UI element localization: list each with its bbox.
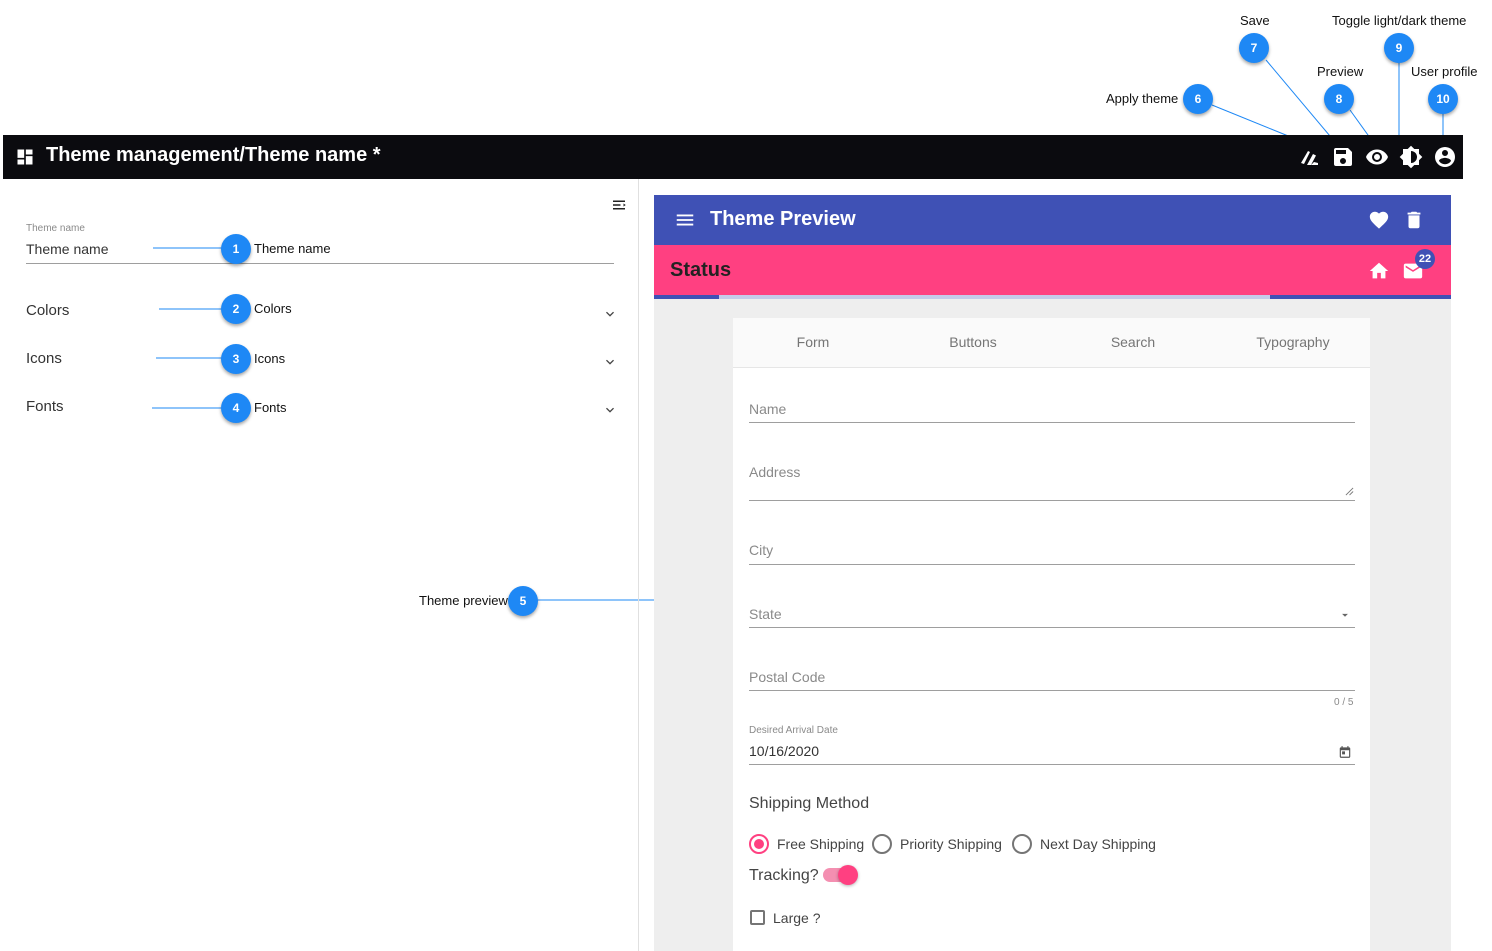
callout-text-3: Icons [254,351,286,366]
shipping-method-title: Shipping Method [749,795,870,812]
menu-icon[interactable] [674,209,696,231]
dropdown-arrow-icon[interactable] [1338,608,1352,622]
callout-badge-5: 5 [508,586,538,616]
save-icon[interactable] [1331,145,1355,169]
page-title: Theme management/Theme name * [46,144,381,166]
tab-search[interactable]: Search [1053,334,1213,350]
preview-toolbar-title: Theme Preview [710,208,856,230]
callout-text-7: Save [1240,13,1270,28]
apply-theme-icon[interactable] [1297,145,1321,169]
tracking-label: Tracking? [749,867,819,884]
callout-badge-4: 4 [221,393,251,423]
dashboard-icon[interactable] [15,147,35,167]
postal-underline [749,690,1355,691]
callout-text-6: Apply theme [1106,91,1179,106]
app-bar: Theme management/Theme name * [3,135,1463,179]
preview-progress-bar [654,295,1451,299]
tab-buttons[interactable]: Buttons [893,334,1053,350]
callout-badge-8: 8 [1324,84,1354,114]
home-icon[interactable] [1368,260,1390,282]
callout-badge-9: 9 [1384,33,1414,63]
callout-badge-6: 6 [1183,84,1213,114]
large-label: Large ? [773,910,821,926]
theme-editor-panel [0,179,638,951]
heart-icon[interactable] [1368,209,1390,231]
panel-divider [638,179,639,951]
date-underline [749,764,1355,765]
tracking-toggle[interactable] [838,865,858,885]
preview-status-bar: Status [654,245,1451,295]
postal-code-field[interactable]: Postal Code [749,669,825,685]
status-title: Status [670,259,732,281]
trash-icon[interactable] [1403,209,1425,231]
resize-handle-icon[interactable] [1345,487,1354,496]
chevron-down-icon[interactable] [602,354,618,370]
fonts-expander[interactable]: Fonts [26,398,64,415]
preview-card [733,318,1370,951]
chevron-down-icon[interactable] [602,306,618,322]
brightness-icon[interactable] [1399,145,1423,169]
callout-badge-7: 7 [1239,33,1269,63]
name-underline [749,422,1355,423]
theme-name-label: Theme name [26,223,85,234]
address-field[interactable]: Address [749,464,800,480]
chevron-down-icon[interactable] [602,402,618,418]
account-icon[interactable] [1433,145,1457,169]
date-label: Desired Arrival Date [749,725,838,736]
theme-name-input[interactable]: Theme name [26,241,108,257]
callout-text-9: Toggle light/dark theme [1332,13,1467,28]
city-underline [749,564,1355,565]
postal-counter: 0 / 5 [1334,697,1354,708]
state-select[interactable]: State [749,606,782,622]
date-input[interactable]: 10/16/2020 [749,743,819,759]
radio-next-day-shipping[interactable] [1012,834,1032,854]
theme-name-underline [26,263,614,264]
preview-toolbar: Theme Preview [654,195,1451,245]
name-field[interactable]: Name [749,401,786,417]
callout-badge-3: 3 [221,344,251,374]
callout-text-2: Colors [254,301,292,316]
state-underline [749,627,1355,628]
callout-text-8: Preview [1317,64,1364,79]
callout-badge-1: 1 [221,234,251,264]
callout-text-10: User profile [1411,64,1478,79]
radio-label-priority-shipping: Priority Shipping [900,836,1002,852]
collapse-panel-icon[interactable] [610,196,628,214]
callout-badge-2: 2 [221,294,251,324]
callout-badge-10: 10 [1428,84,1458,114]
tab-form[interactable]: Form [733,334,893,350]
radio-label-free-shipping: Free Shipping [777,836,865,852]
colors-expander[interactable]: Colors [26,302,69,319]
mail-count-badge: 22 [1415,249,1435,269]
radio-priority-shipping[interactable] [872,834,892,854]
progress-buffer [719,295,1270,299]
radio-free-shipping[interactable] [749,834,769,854]
calendar-icon[interactable] [1338,745,1352,759]
city-field[interactable]: City [749,542,773,558]
address-underline [749,500,1355,501]
icons-expander[interactable]: Icons [26,350,62,367]
preview-icon[interactable] [1365,145,1389,169]
callout-text-4: Fonts [254,400,287,415]
radio-label-next-day-shipping: Next Day Shipping [1040,836,1156,852]
callout-text-5: Theme preview [419,593,508,608]
large-checkbox[interactable] [750,910,765,925]
callout-text-1: Theme name [254,241,331,256]
tab-typography[interactable]: Typography [1213,334,1373,350]
